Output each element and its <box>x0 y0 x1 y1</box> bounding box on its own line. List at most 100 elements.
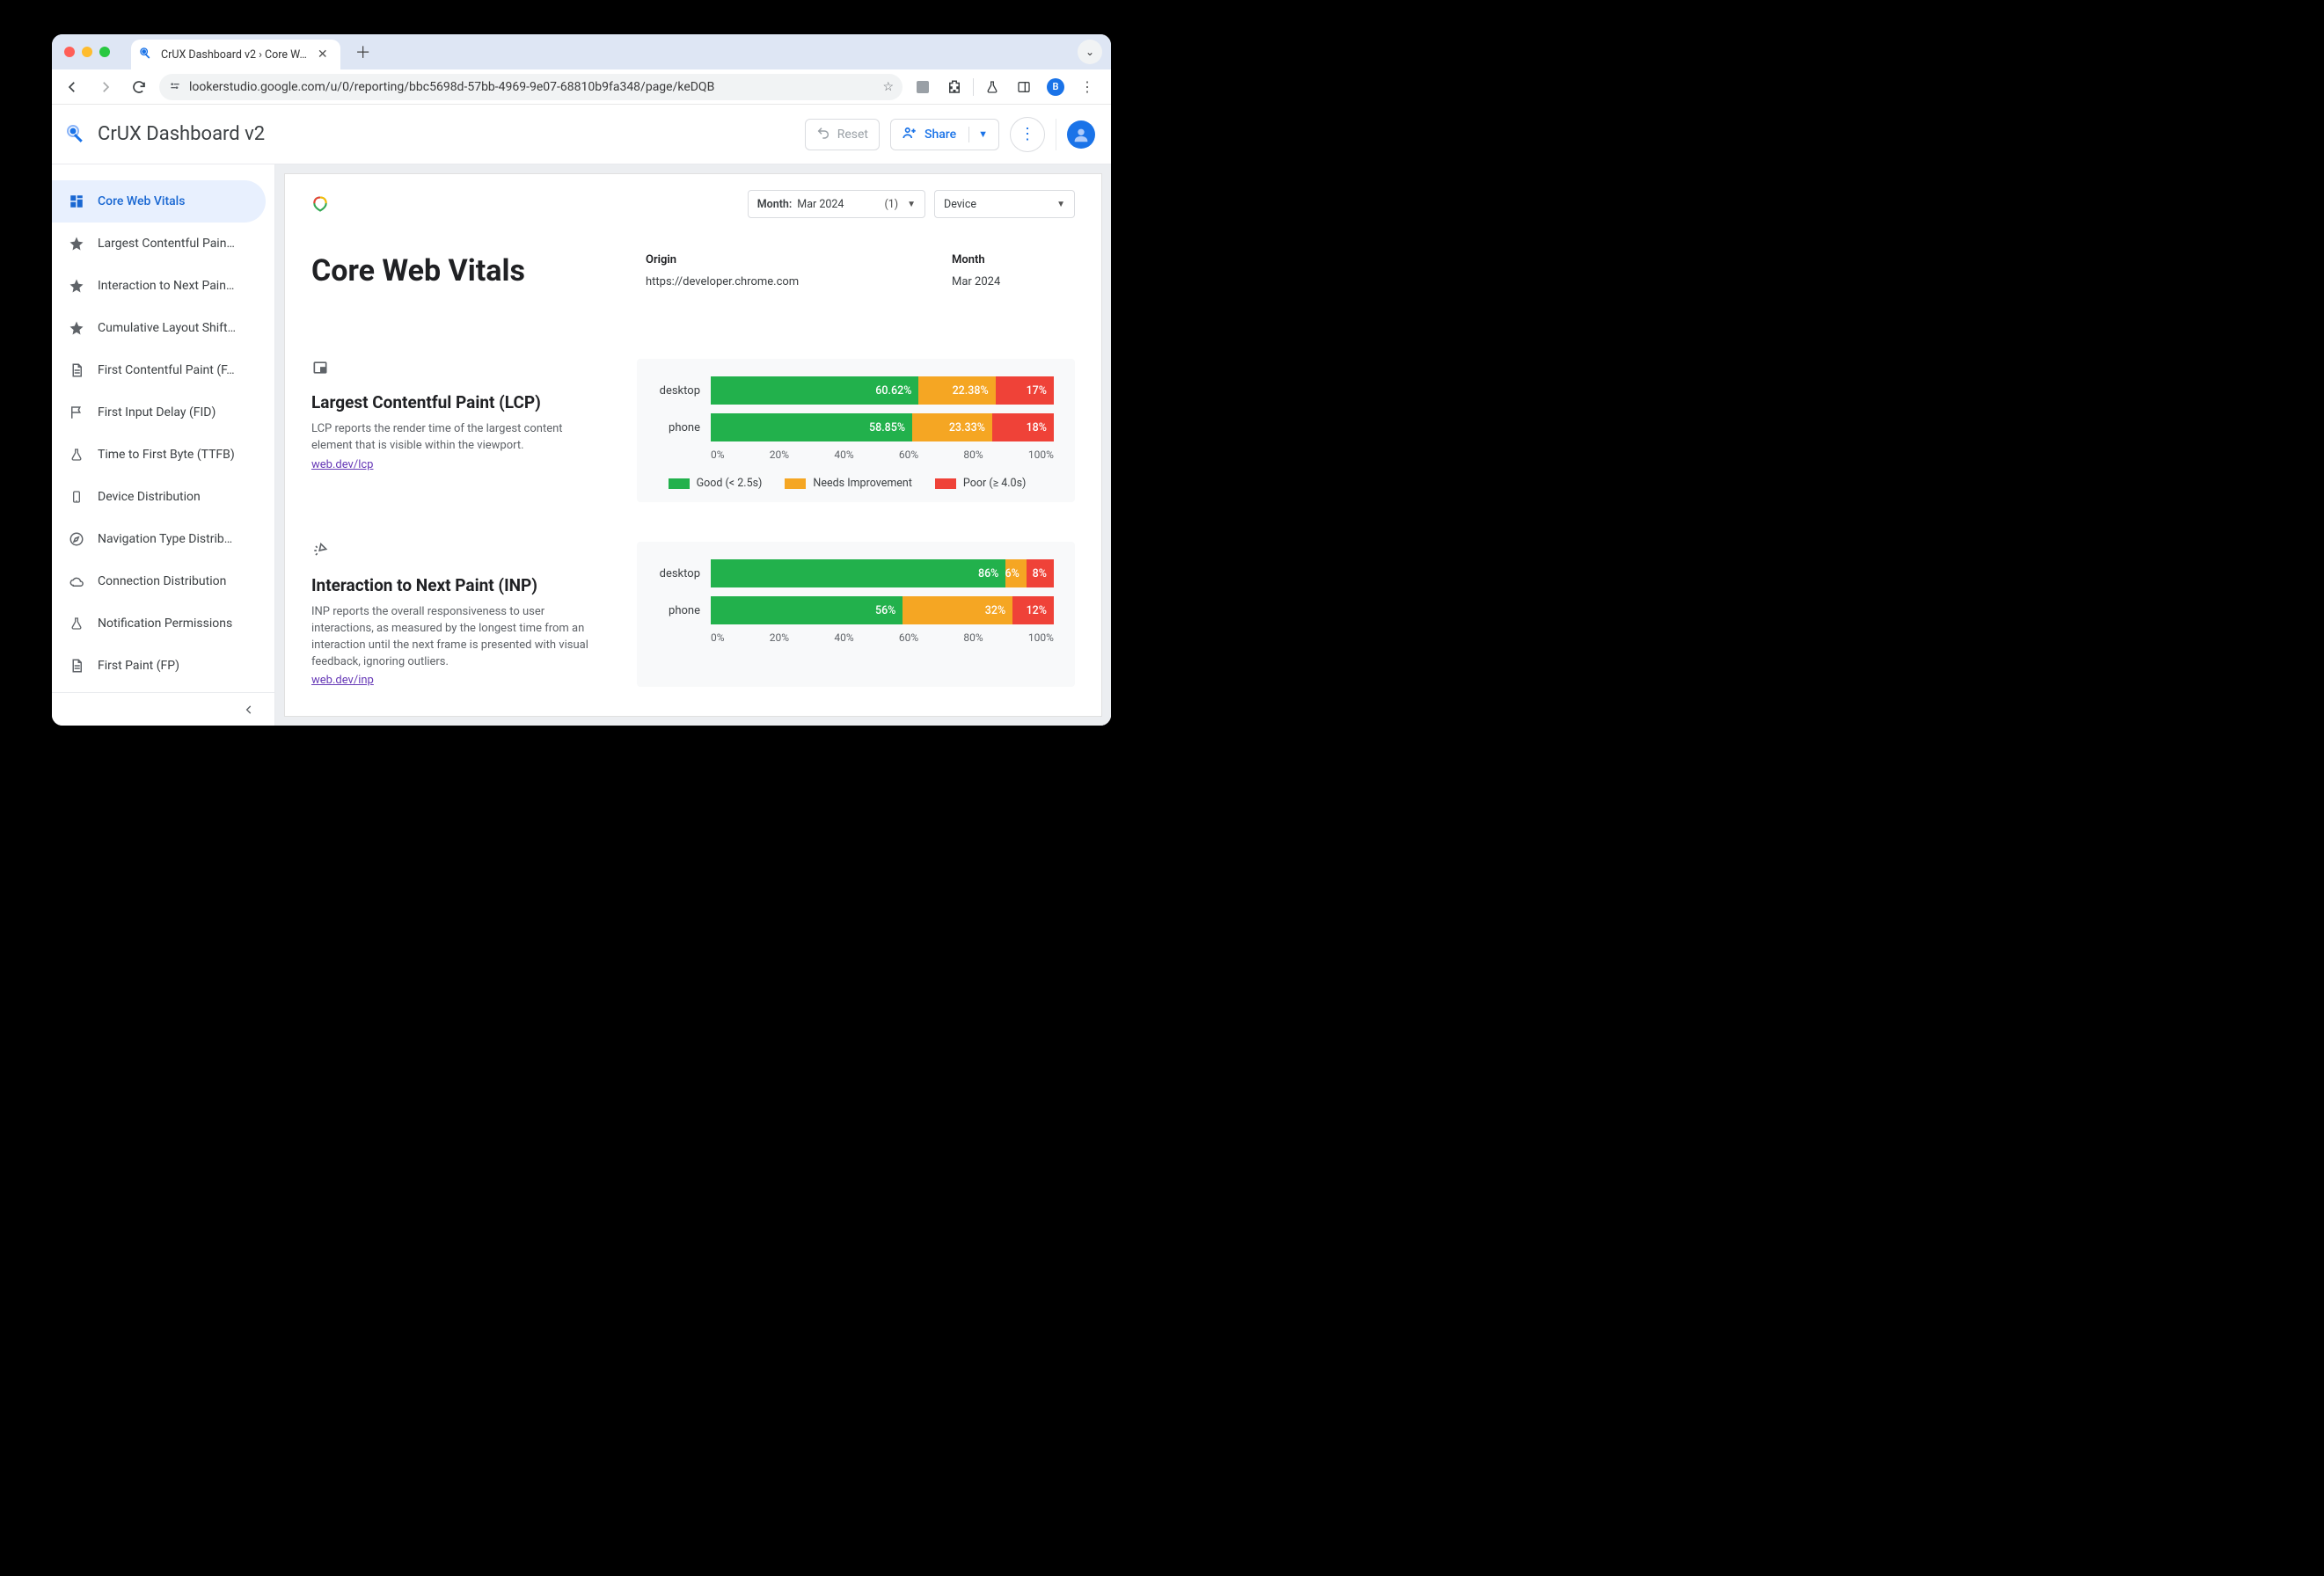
doc-icon <box>68 657 85 675</box>
site-settings-icon[interactable] <box>168 78 182 96</box>
bar-segment: 17% <box>996 376 1054 405</box>
labs-icon[interactable] <box>979 74 1005 100</box>
month-filter-value: Mar 2024 <box>797 198 844 211</box>
sidebar-item-label: First Contentful Paint (F… <box>98 363 235 377</box>
metric-doc-link[interactable]: web.dev/lcp <box>311 458 373 471</box>
reset-label: Reset <box>837 128 868 142</box>
sidebar-item-label: Connection Distribution <box>98 574 226 588</box>
reset-button[interactable]: Reset <box>805 119 880 150</box>
looker-studio-favicon <box>140 47 154 62</box>
zoom-window-button[interactable] <box>99 47 110 57</box>
sidebar-item[interactable]: First Input Delay (FID) <box>52 391 266 434</box>
page-title: Core Web Vitals <box>311 253 610 288</box>
side-panel-icon[interactable] <box>1011 74 1037 100</box>
tab-overflow-button[interactable]: ⌄ <box>1078 40 1102 64</box>
bar-category-label: desktop <box>649 567 700 580</box>
bar-segment: 56% <box>711 596 903 624</box>
metric-title: Interaction to Next Paint (INP) <box>311 575 602 595</box>
metric-title: Largest Contentful Paint (LCP) <box>311 392 602 412</box>
bar-track: 60.62%22.38%17% <box>711 376 1054 405</box>
sidebar-collapse-button[interactable] <box>52 692 274 726</box>
bar-category-label: phone <box>649 604 700 617</box>
bar-segment: 60.62% <box>711 376 918 405</box>
metric-desc: INP reports the overall responsiveness t… <box>311 604 602 670</box>
bar-track: 86%6%8% <box>711 559 1054 587</box>
bar-segment: 18% <box>992 413 1054 441</box>
more-options-button[interactable]: ⋮ <box>1010 117 1045 152</box>
sidebar-item[interactable]: First Contentful Paint (F… <box>52 349 266 391</box>
sidebar-item[interactable]: Connection Distribution <box>52 560 266 602</box>
sidebar-item-label: Time to First Byte (TTFB) <box>98 448 235 462</box>
new-tab-button[interactable]: ＋ <box>351 40 376 64</box>
address-bar[interactable]: lookerstudio.google.com/u/0/reporting/bb… <box>159 74 903 100</box>
bar-category-label: desktop <box>649 384 700 398</box>
metric-doc-link[interactable]: web.dev/inp <box>311 674 374 687</box>
bar-segment: 8% <box>1027 559 1054 587</box>
month-filter[interactable]: Month: Mar 2024 (1) ▼ <box>748 190 925 218</box>
share-dropdown-icon[interactable]: ▼ <box>978 128 988 140</box>
dashboard-icon <box>68 193 85 210</box>
back-button[interactable] <box>59 74 85 100</box>
month-label: Month <box>952 253 1075 266</box>
looker-studio-logo-icon <box>66 124 87 145</box>
metric-desc: LCP reports the render time of the large… <box>311 421 602 455</box>
bookmark-icon[interactable]: ☆ <box>882 80 894 94</box>
profile-avatar[interactable]: B <box>1042 74 1069 100</box>
browser-tab[interactable]: CrUX Dashboard v2 › Core W… ✕ <box>131 40 340 69</box>
sidebar-item-label: Device Distribution <box>98 490 201 504</box>
sidebar-item[interactable]: Notification Permissions <box>52 602 266 645</box>
sidebar-item-label: First Paint (FP) <box>98 659 179 673</box>
star-icon <box>68 277 85 295</box>
legend-label: Poor (≥ 4.0s) <box>963 477 1026 490</box>
sidebar-item[interactable]: First Paint (FP) <box>52 645 266 687</box>
star-icon <box>68 319 85 337</box>
metric-inp: Interaction to Next Paint (INP) INP repor… <box>311 542 1075 687</box>
chart-bar-row: phone58.85%23.33%18% <box>649 413 1054 441</box>
bar-track: 56%32%12% <box>711 596 1054 624</box>
reload-button[interactable] <box>126 74 152 100</box>
inp-chart: desktop86%6%8%phone56%32%12%0%20%40%60%8… <box>637 542 1075 687</box>
x-axis: 0%20%40%60%80%100% <box>640 449 1054 461</box>
browser-toolbar: lookerstudio.google.com/u/0/reporting/bb… <box>52 69 1111 105</box>
sidebar-item[interactable]: Device Distribution <box>52 476 266 518</box>
bar-segment: 32% <box>903 596 1012 624</box>
sidebar-item-label: Core Web Vitals <box>98 194 185 208</box>
bar-segment: 58.85% <box>711 413 912 441</box>
extensions-icon[interactable] <box>941 74 968 100</box>
minimize-window-button[interactable] <box>82 47 92 57</box>
sidebar-item-label: Interaction to Next Pain… <box>98 279 234 293</box>
sidebar-item-label: Navigation Type Distrib… <box>98 532 232 546</box>
sidebar-item[interactable]: Cumulative Layout Shift… <box>52 307 266 349</box>
month-filter-key: Month: <box>757 198 793 211</box>
phone-icon <box>68 488 85 506</box>
month-value: Mar 2024 <box>952 275 1075 288</box>
bar-track: 58.85%23.33%18% <box>711 413 1054 441</box>
legend-swatch <box>669 478 690 489</box>
sidebar-item[interactable]: Navigation Type Distrib… <box>52 518 266 560</box>
legend-item: Needs Improvement <box>785 477 912 490</box>
close-window-button[interactable] <box>64 47 75 57</box>
device-filter-label: Device <box>944 198 976 211</box>
share-button[interactable]: Share ▼ <box>890 119 999 150</box>
chart-bar-row: desktop 86%6%8% <box>649 559 1054 587</box>
sidebar-item[interactable]: Largest Contentful Pain… <box>52 223 266 265</box>
sidebar-item[interactable]: Core Web Vitals <box>52 180 266 223</box>
legend-swatch <box>935 478 956 489</box>
device-filter[interactable]: Device ▼ <box>934 190 1075 218</box>
sidebar-item[interactable]: Interaction to Next Pain… <box>52 265 266 307</box>
flask-icon <box>68 446 85 463</box>
close-tab-icon[interactable]: ✕ <box>314 47 332 62</box>
core-web-vitals-logo-icon <box>311 195 329 213</box>
flag-icon <box>68 404 85 421</box>
browser-menu-icon[interactable]: ⋮ <box>1074 74 1100 100</box>
extension-placeholder-icon[interactable] <box>910 74 936 100</box>
account-avatar[interactable] <box>1067 120 1095 149</box>
share-label: Share <box>924 128 956 142</box>
sidebar-item-label: Largest Contentful Pain… <box>98 237 235 251</box>
inp-icon <box>311 542 602 563</box>
window-controls <box>64 47 110 57</box>
flask-icon <box>68 615 85 632</box>
chart-bar-row: desktop 60.62%22.38%17% <box>649 376 1054 405</box>
sidebar-item[interactable]: Time to First Byte (TTFB) <box>52 434 266 476</box>
forward-button[interactable] <box>92 74 119 100</box>
